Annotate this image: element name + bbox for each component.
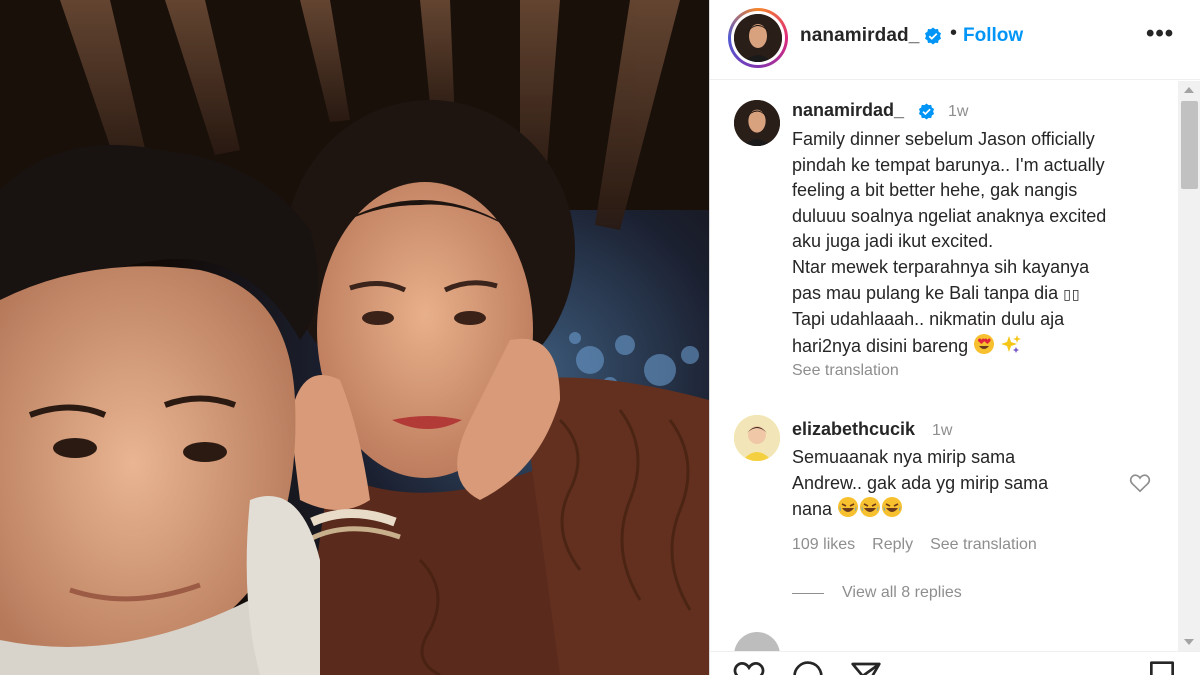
missing-glyph-icon: ▯▯ <box>1063 285 1081 302</box>
comment-username[interactable]: elizabethcucik <box>792 419 915 440</box>
verified-badge-icon <box>925 27 941 45</box>
comment-see-translation[interactable]: See translation <box>930 536 1037 554</box>
sparkles-emoji <box>1001 334 1022 353</box>
caption-line: Tapi udahlaaah.. nikmatin dulu aja <box>792 309 1065 330</box>
header-username[interactable]: nanamirdad_ <box>800 25 919 47</box>
caption-line: pas mau pulang ke Bali tanpa dia <box>792 282 1059 303</box>
more-options-icon[interactable]: ••• <box>1146 22 1174 46</box>
post-header: nanamirdad_ • Follow ••• <box>710 0 1200 80</box>
comment-text: Semuaanak nya mirip sama Andrew.. gak ad… <box>792 445 1122 523</box>
comment-likes-count[interactable]: 109 likes <box>792 536 855 554</box>
replies-divider <box>792 593 824 594</box>
post-photo[interactable] <box>0 0 709 675</box>
next-comment-avatar[interactable] <box>734 632 780 651</box>
comment-like-heart-icon[interactable] <box>1129 473 1151 493</box>
story-ring-avatar[interactable] <box>728 8 788 68</box>
caption-text: Family dinner sebelum Jason officially p… <box>792 127 1177 359</box>
scroll-down-arrow-icon[interactable] <box>1184 639 1194 645</box>
caption-line-with-icons: pas mau pulang ke Bali tanpa dia ▯▯ <box>792 281 1177 308</box>
caption-avatar[interactable] <box>734 100 780 146</box>
caption-line: feeling a bit better hehe, gak nangis <box>792 180 1078 201</box>
caption-line: duluuu soalnya ngeliat anaknya excited <box>792 205 1107 226</box>
comment-icon[interactable] <box>792 660 824 675</box>
caption-line: aku juga jadi ikut excited. <box>792 231 994 252</box>
rolling-laughing-emoji <box>882 497 903 518</box>
comment-timestamp[interactable]: 1w <box>932 422 952 440</box>
send-icon[interactable] <box>850 660 882 675</box>
comment-line: Semuaanak nya mirip sama <box>792 447 1016 467</box>
comments-list: nanamirdad_ 1w Family dinner sebelum Jas… <box>710 81 1178 651</box>
avatar <box>734 14 782 62</box>
caption-line: pindah ke tempat barunya.. I'm actually <box>792 154 1105 175</box>
comment-line-with-emoji: nana <box>792 496 1122 523</box>
caption-line: hari2nya disini bareng <box>792 335 969 356</box>
post-image <box>0 0 709 675</box>
heart-icon[interactable] <box>732 660 766 675</box>
rolling-laughing-emoji <box>838 497 859 518</box>
scrollbar-thumb[interactable] <box>1181 101 1198 189</box>
view-replies-button[interactable]: View all 8 replies <box>842 584 962 602</box>
verified-badge-icon <box>918 103 935 120</box>
post-details-panel: nanamirdad_ • Follow ••• nanamirdad_ 1w … <box>709 0 1200 675</box>
caption-username[interactable]: nanamirdad_ <box>792 100 904 121</box>
comment-avatar[interactable] <box>734 415 780 461</box>
heart-eyes-emoji <box>974 333 995 354</box>
comments-scrollbar[interactable] <box>1178 81 1200 651</box>
comment-line: nana <box>792 499 833 520</box>
comment-line: Andrew.. gak ada yg mirip sama <box>792 472 1049 493</box>
header-separator: • <box>950 22 958 44</box>
comment-meta: 109 likes Reply See translation <box>792 536 1037 554</box>
caption-timestamp[interactable]: 1w <box>948 103 968 121</box>
caption-line: Ntar mewek terparahnya sih kayanya <box>792 256 1090 277</box>
caption-line-with-emoji: hari2nya disini bareng <box>792 333 1177 360</box>
reply-button[interactable]: Reply <box>872 536 913 554</box>
rolling-laughing-emoji <box>860 497 881 518</box>
caption-see-translation[interactable]: See translation <box>792 362 899 380</box>
post-action-bar <box>710 651 1200 675</box>
bookmark-icon[interactable] <box>1148 660 1176 675</box>
scroll-up-arrow-icon[interactable] <box>1184 87 1194 93</box>
caption-line: Family dinner sebelum Jason officially <box>792 129 1095 149</box>
follow-button[interactable]: Follow <box>963 25 1023 47</box>
